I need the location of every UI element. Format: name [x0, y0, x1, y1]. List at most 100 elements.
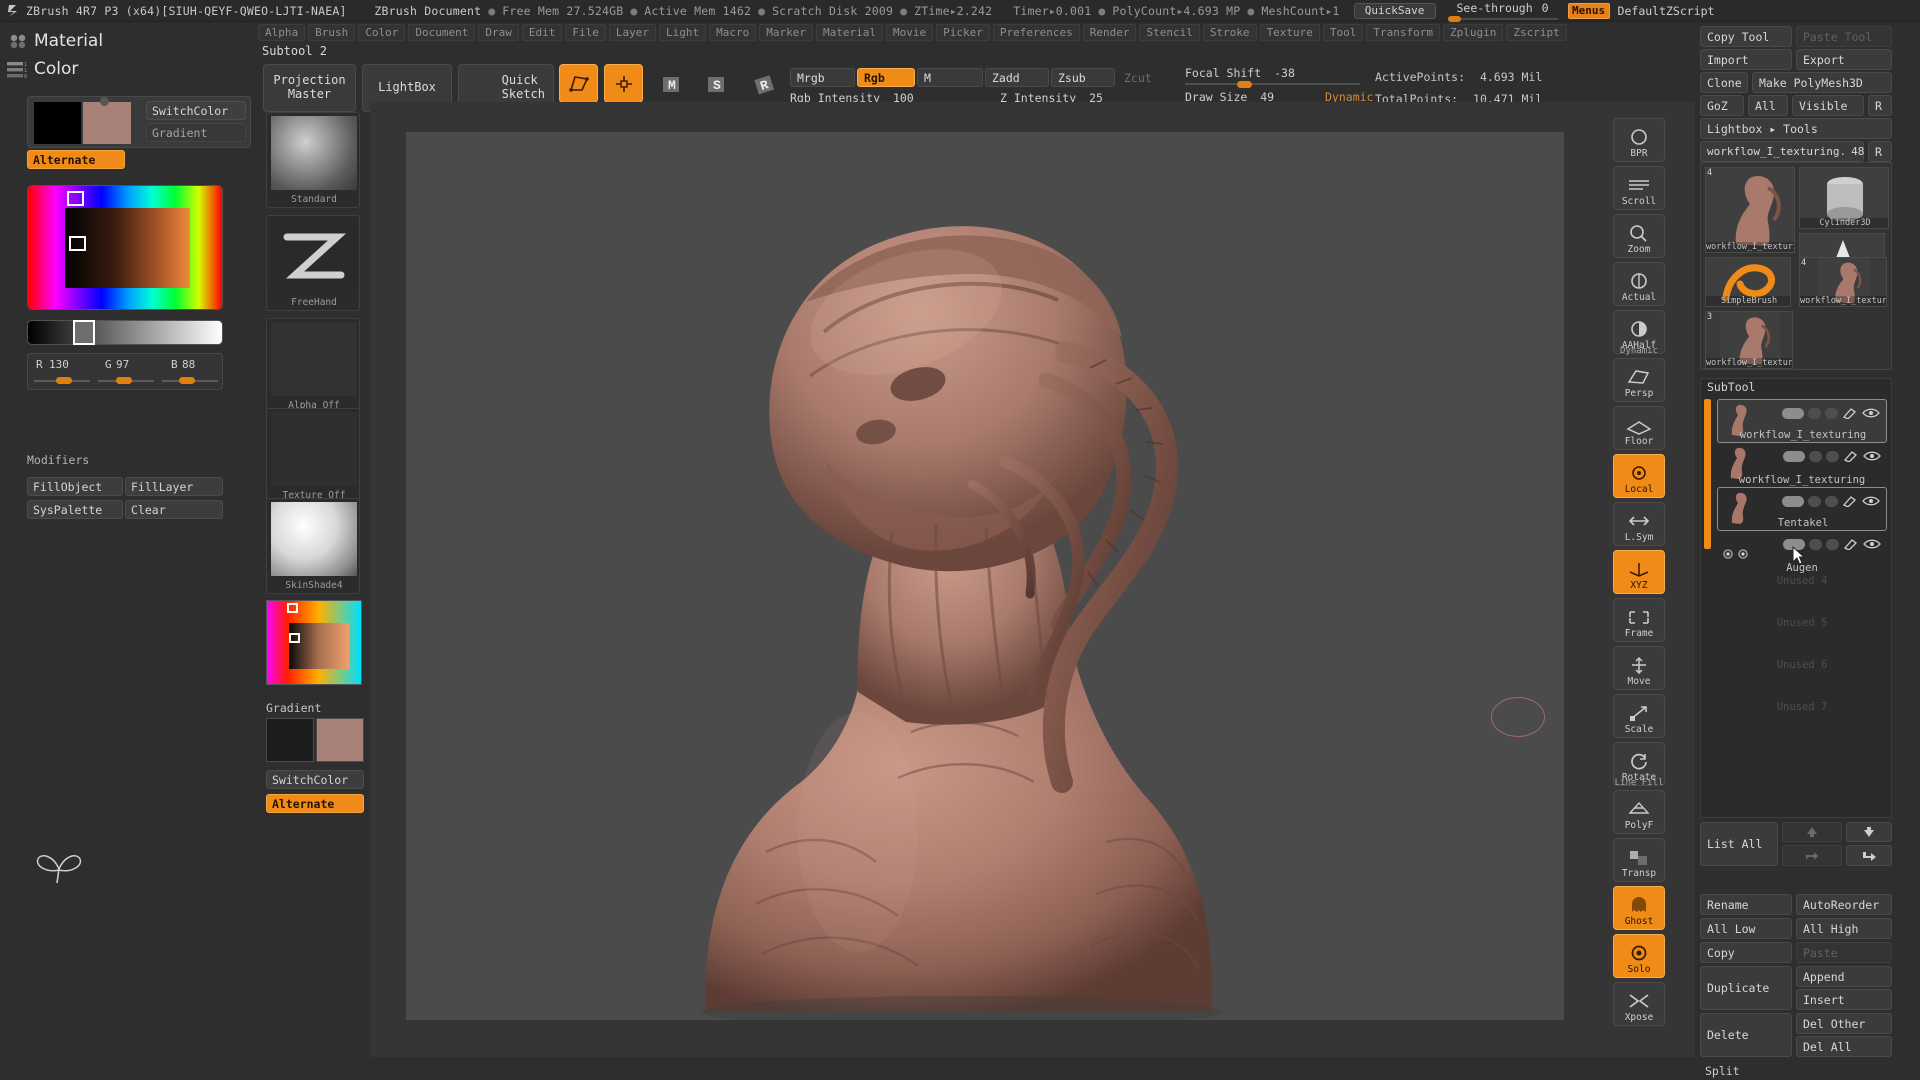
subtool-unused-slot[interactable]: Unused 4 — [1717, 575, 1887, 587]
menu-item-preferences[interactable]: Preferences — [992, 23, 1080, 41]
sys-palette-button[interactable]: SysPalette — [27, 500, 123, 519]
menus-button[interactable]: Menus — [1567, 2, 1610, 19]
document-canvas[interactable] — [406, 132, 1564, 1020]
gradient-button[interactable]: Gradient — [146, 123, 246, 142]
zadd-button[interactable]: Zadd — [985, 68, 1049, 87]
menu-item-render[interactable]: Render — [1082, 23, 1137, 41]
subtool-half-pill-1[interactable] — [1808, 496, 1821, 507]
eye-icon[interactable] — [1862, 404, 1880, 423]
tool-thumbnail[interactable]: SimpleBrush — [1705, 257, 1791, 307]
subtool-visibility-controls[interactable] — [1783, 447, 1881, 466]
menu-item-stencil[interactable]: Stencil — [1139, 23, 1200, 41]
subtool-list-item[interactable]: Tentakel — [1717, 487, 1887, 531]
subtool-visibility-controls[interactable] — [1782, 404, 1880, 423]
del-other-button[interactable]: Del Other — [1796, 1013, 1892, 1034]
import-button[interactable]: Import — [1700, 49, 1792, 70]
menu-item-brush[interactable]: Brush — [308, 23, 356, 41]
canvas-area[interactable] — [370, 102, 1695, 1057]
paste-button[interactable]: Paste — [1796, 942, 1892, 963]
picker-cursor-primary[interactable] — [67, 191, 84, 206]
see-through-knob[interactable] — [1447, 15, 1461, 22]
menu-item-zplugin[interactable]: Zplugin — [1443, 23, 1504, 41]
make-polymesh3d-button[interactable]: Make PolyMesh3D — [1752, 72, 1892, 93]
gradient-swatch-light[interactable] — [316, 718, 364, 762]
menu-item-document[interactable]: Document — [408, 23, 476, 41]
autoreorder-button[interactable]: AutoReorder — [1796, 894, 1892, 915]
brush-palette-item[interactable]: Standard — [266, 112, 360, 208]
gradient-cursor-1[interactable] — [287, 603, 298, 613]
quicksave-button[interactable]: QuickSave — [1353, 2, 1436, 19]
paint-brush-icon[interactable] — [1843, 447, 1859, 466]
subtool-half-pill-2[interactable] — [1825, 408, 1838, 419]
zcut-button[interactable]: Zcut — [1117, 68, 1173, 87]
brush-palette-item[interactable]: Alpha Off — [266, 318, 360, 414]
brush-palette-item[interactable]: SkinShade4 — [266, 498, 360, 594]
menu-item-tool[interactable]: Tool — [1322, 23, 1364, 41]
move-down-button[interactable] — [1846, 822, 1892, 842]
eye-icon[interactable] — [1863, 447, 1881, 466]
menu-item-stroke[interactable]: Stroke — [1202, 23, 1257, 41]
focal-shift-knob[interactable] — [1237, 81, 1252, 88]
viewport-button-solo[interactable]: Solo — [1613, 934, 1665, 978]
subtool-toggle-pill[interactable] — [1782, 496, 1804, 507]
gradient-cursor-2[interactable] — [289, 633, 300, 643]
rotate-mode-button[interactable]: R — [748, 68, 782, 100]
gradient-preview[interactable] — [266, 600, 362, 685]
menu-item-alpha[interactable]: Alpha — [258, 23, 306, 41]
draw-mode-button[interactable] — [604, 64, 643, 103]
clear-button[interactable]: Clear — [125, 500, 223, 519]
subtool-toggle-pill[interactable] — [1782, 408, 1804, 419]
current-tool-slider[interactable]: workflow_I_texturing. 48 — [1700, 141, 1864, 162]
viewport-button-scroll[interactable]: Scroll — [1613, 166, 1665, 210]
lightbox-tools-button[interactable]: Lightbox ▸ Tools — [1700, 118, 1892, 139]
viewport-button-local[interactable]: Local — [1613, 454, 1665, 498]
alternate-button[interactable]: Alternate — [27, 150, 125, 169]
color-row[interactable]: 1 1 0 Color — [0, 58, 258, 84]
menu-item-zscript[interactable]: Zscript — [1506, 23, 1567, 41]
split-section[interactable]: Split — [1705, 1064, 1740, 1078]
grayscale-bar[interactable] — [27, 320, 223, 345]
viewport-button-polyf[interactable]: PolyF — [1613, 790, 1665, 834]
current-tool-r-button[interactable]: R — [1868, 141, 1892, 162]
brush-palette-item[interactable]: FreeHand — [266, 215, 360, 311]
viewport-button-bpr[interactable]: BPR — [1613, 118, 1665, 162]
viewport-button-scale[interactable]: Scale — [1613, 694, 1665, 738]
visible-button[interactable]: Visible — [1792, 95, 1864, 116]
subtool-toggle-pill[interactable] — [1783, 451, 1805, 462]
material-row[interactable]: Material — [0, 30, 258, 56]
rgb-button[interactable]: Rgb — [857, 68, 915, 87]
viewport-button-move[interactable]: Move — [1613, 646, 1665, 690]
menu-item-picker[interactable]: Picker — [936, 23, 990, 41]
viewport-button-l-sym[interactable]: L.Sym — [1613, 502, 1665, 546]
swatch-black[interactable] — [34, 102, 81, 144]
menu-item-edit[interactable]: Edit — [521, 23, 563, 41]
copy-button[interactable]: Copy — [1700, 942, 1792, 963]
tool-thumbnail[interactable]: Cylinder3D — [1799, 167, 1889, 229]
menu-item-draw[interactable]: Draw — [478, 23, 519, 41]
swatch-current-color[interactable] — [83, 102, 131, 144]
subtool-list-item[interactable]: workflow_I_texturing — [1717, 443, 1887, 487]
tool-thumbnail[interactable]: workflow_I_texturin 4 — [1705, 167, 1795, 253]
menu-item-transform[interactable]: Transform — [1366, 23, 1441, 41]
menu-item-texture[interactable]: Texture — [1259, 23, 1320, 41]
list-all-button[interactable]: List All — [1700, 822, 1778, 866]
fill-object-button[interactable]: FillObject — [27, 477, 123, 496]
delete-button[interactable]: Delete — [1700, 1013, 1792, 1057]
menu-item-macro[interactable]: Macro — [709, 23, 757, 41]
projection-master-button[interactable]: Projection Master — [263, 64, 356, 112]
gradient-swatch-dark[interactable] — [266, 718, 314, 762]
subtool-unused-slot[interactable]: Unused 6 — [1717, 659, 1887, 671]
viewport-button-transp[interactable]: Transp — [1613, 838, 1665, 882]
export-button[interactable]: Export — [1796, 49, 1892, 70]
paint-brush-icon[interactable] — [1842, 404, 1858, 423]
append-button[interactable]: Append — [1796, 966, 1892, 987]
menu-item-color[interactable]: Color — [358, 23, 406, 41]
color-picker[interactable] — [27, 185, 223, 310]
menu-item-movie[interactable]: Movie — [885, 23, 934, 41]
m-button[interactable]: M — [917, 68, 983, 87]
viewport-button-frame[interactable]: Frame — [1613, 598, 1665, 642]
menu-item-marker[interactable]: Marker — [759, 23, 813, 41]
subtool-visibility-controls[interactable] — [1782, 492, 1880, 511]
move-in-button[interactable] — [1846, 845, 1892, 866]
switch-color-button[interactable]: SwitchColor — [146, 101, 246, 120]
